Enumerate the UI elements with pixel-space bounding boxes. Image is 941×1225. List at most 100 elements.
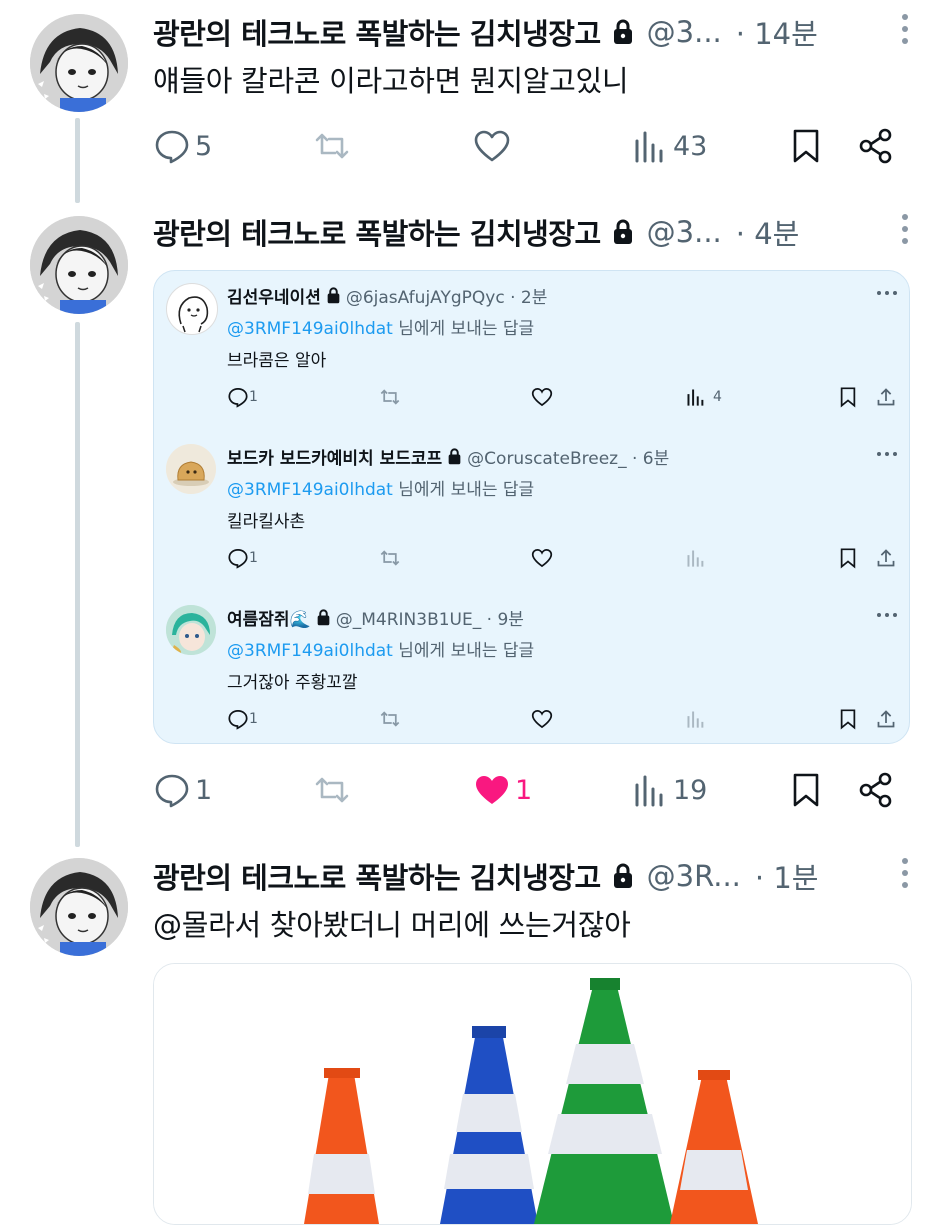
tweet-text: 얘들아 칼라콘 이라고하면 뭔지알고있니: [153, 64, 629, 98]
avatar[interactable]: [166, 283, 218, 335]
reply-icon: [228, 388, 248, 408]
tweet-text: @몰라서 찾아봤더니 머리에 쓰는거잖아: [153, 908, 631, 942]
more-options-icon[interactable]: [877, 452, 897, 456]
author-name[interactable]: 광란의 테크노로 폭발하는 김치냉장고: [153, 211, 601, 253]
author-name[interactable]: 김선우네이션: [227, 283, 321, 308]
retweet-button[interactable]: [313, 126, 351, 166]
author-name[interactable]: 여름잠쥐🌊: [227, 605, 311, 630]
author-name[interactable]: 광란의 테크노로 폭발하는 김치냉장고: [153, 11, 601, 53]
list-item[interactable]: 여름잠쥐🌊 @_M4RIN3B1UE_ · 9분 @3RMF149ai0lhda…: [154, 593, 909, 743]
reply-icon: [155, 130, 189, 164]
list-item[interactable]: 보드카 보드카예비치 보드코프 @CoruscateBreez_ · 6분 @3…: [154, 432, 909, 582]
reply-context-label: 님에게 보내는 답글: [398, 641, 535, 661]
reply-button[interactable]: 1: [227, 707, 258, 731]
timestamp[interactable]: · 4분: [736, 211, 800, 253]
lock-icon: [327, 287, 340, 304]
like-button[interactable]: [473, 126, 511, 166]
like-button[interactable]: [531, 546, 553, 570]
reply-header: 김선우네이션 @6jasAfujAYgPQyc · 2분: [227, 283, 899, 308]
author-name[interactable]: 보드카 보드카예비치 보드코프: [227, 444, 442, 469]
profile-anime-avatar-icon: [30, 14, 128, 112]
bookmark-button[interactable]: [837, 546, 859, 570]
like-button[interactable]: 1: [473, 770, 532, 810]
tweet-actions: 5 43: [153, 126, 901, 166]
reply-button[interactable]: 5: [153, 126, 212, 166]
more-options-icon[interactable]: [877, 613, 897, 617]
bookmark-button[interactable]: [787, 126, 825, 166]
views-button[interactable]: [685, 546, 707, 570]
reply-button[interactable]: 1: [153, 770, 212, 810]
embedded-replies-card[interactable]: 김선우네이션 @6jasAfujAYgPQyc · 2분 @3RMF149ai0…: [153, 270, 910, 744]
more-options-icon[interactable]: [877, 291, 897, 295]
tweet-actions: 1 1 19: [153, 770, 901, 810]
share-button[interactable]: [857, 770, 895, 810]
author-name[interactable]: 광란의 테크노로 폭발하는 김치냉장고: [153, 855, 601, 897]
reply-header: 보드카 보드카예비치 보드코프 @CoruscateBreez_ · 6분: [227, 444, 899, 469]
views-chart-icon: [687, 550, 704, 567]
views-chart-icon: [687, 389, 704, 406]
retweet-button[interactable]: [313, 770, 351, 810]
heart-icon: [474, 130, 510, 162]
retweet-button[interactable]: [379, 707, 401, 731]
author-handle[interactable]: @3...: [647, 15, 722, 49]
mention-link[interactable]: @3RMF149ai0lhdat: [227, 319, 393, 339]
timestamp[interactable]: · 1분: [755, 855, 819, 897]
avatar[interactable]: [166, 444, 216, 494]
views-button[interactable]: 19: [631, 770, 707, 810]
avatar[interactable]: [30, 858, 128, 956]
thread-connector: [75, 322, 80, 847]
reply-count: 1: [249, 389, 258, 405]
heart-icon: [531, 549, 553, 568]
heart-filled-icon: [476, 776, 508, 804]
media-image[interactable]: [153, 963, 912, 1225]
author-handle[interactable]: @CoruscateBreez_ · 6분: [467, 444, 669, 469]
retweet-icon: [380, 550, 400, 566]
mention-link[interactable]: @3RMF149ai0lhdat: [227, 480, 393, 500]
views-button[interactable]: 4: [685, 385, 722, 409]
reply-button[interactable]: 1: [227, 546, 258, 570]
more-options-icon[interactable]: [899, 14, 911, 50]
avatar[interactable]: [30, 216, 128, 314]
views-chart-icon: [687, 711, 704, 728]
author-handle[interactable]: @3R...: [647, 859, 741, 893]
retweet-icon: [380, 389, 400, 405]
more-options-icon[interactable]: [899, 214, 911, 250]
heart-icon: [531, 710, 553, 729]
bookmark-button[interactable]: [837, 707, 859, 731]
more-options-icon[interactable]: [899, 858, 911, 894]
views-button[interactable]: [685, 707, 707, 731]
timestamp[interactable]: · 14분: [736, 11, 818, 53]
author-handle[interactable]: @3...: [647, 215, 722, 249]
bookmark-button[interactable]: [787, 770, 825, 810]
reply-icon: [228, 549, 248, 569]
like-button[interactable]: [531, 707, 553, 731]
reply-context-label: 님에게 보내는 답글: [398, 319, 535, 339]
author-handle[interactable]: @_M4RIN3B1UE_ · 9분: [336, 605, 524, 630]
tweet-header: 광란의 테크노로 폭발하는 김치냉장고 @3... · 14분: [153, 12, 911, 52]
share-button[interactable]: [875, 546, 897, 570]
retweet-button[interactable]: [379, 385, 401, 409]
like-button[interactable]: [531, 385, 553, 409]
upload-share-icon: [877, 549, 895, 567]
tweet-header: 광란의 테크노로 폭발하는 김치냉장고 @3R... · 1분: [153, 856, 911, 896]
bookmark-icon: [793, 773, 819, 807]
list-item[interactable]: 김선우네이션 @6jasAfujAYgPQyc · 2분 @3RMF149ai0…: [154, 271, 909, 421]
mention-link[interactable]: @3RMF149ai0lhdat: [227, 641, 393, 661]
like-count: 1: [515, 774, 533, 806]
share-button[interactable]: [857, 126, 895, 166]
share-button[interactable]: [875, 385, 897, 409]
author-handle[interactable]: @6jasAfujAYgPQyc · 2분: [346, 283, 548, 308]
retweet-button[interactable]: [379, 546, 401, 570]
bookmark-icon: [793, 129, 819, 163]
reply-button[interactable]: 1: [227, 385, 258, 409]
bookmark-button[interactable]: [837, 385, 859, 409]
views-chart-icon: [635, 775, 663, 807]
avatar[interactable]: [30, 14, 128, 112]
lock-icon: [613, 863, 632, 888]
reply-icon: [155, 774, 189, 808]
views-button[interactable]: 43: [631, 126, 707, 166]
retweet-icon: [315, 777, 349, 803]
avatar[interactable]: [166, 605, 216, 655]
profile-anime-avatar-icon: [30, 858, 128, 956]
share-button[interactable]: [875, 707, 897, 731]
